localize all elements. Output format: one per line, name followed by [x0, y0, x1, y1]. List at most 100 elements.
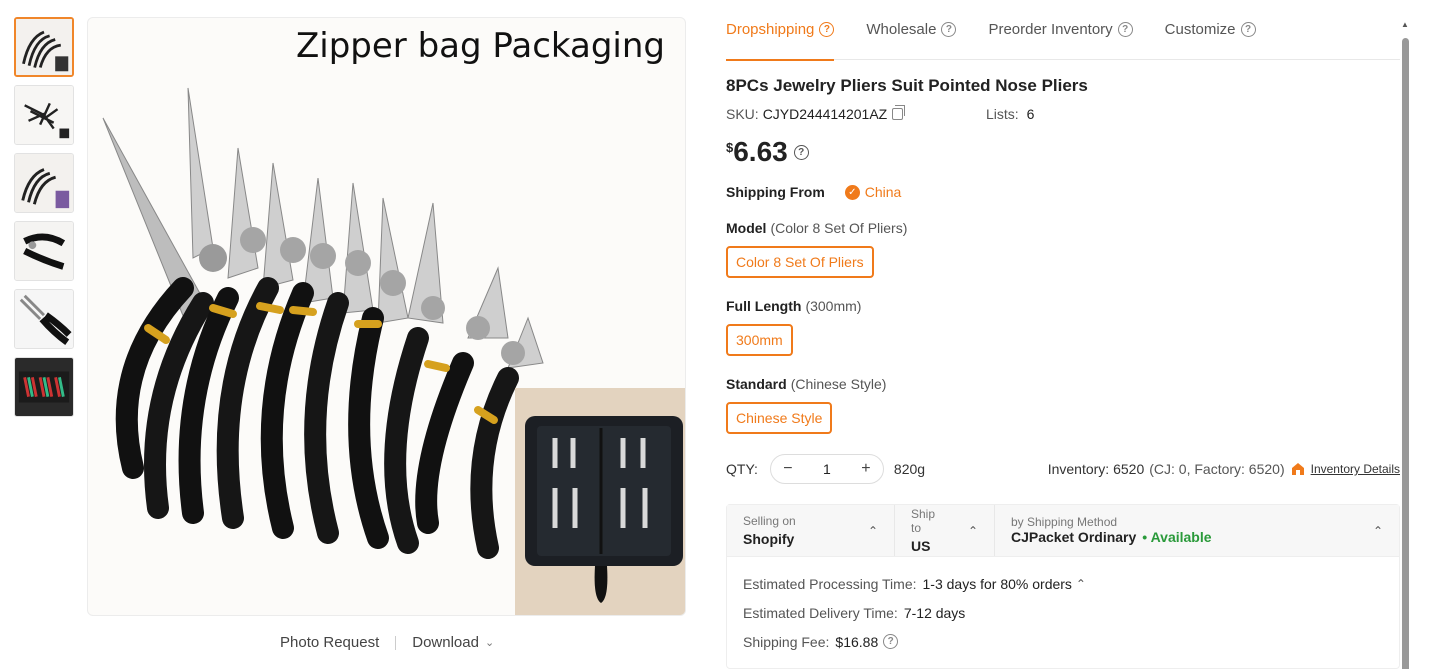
tab-label: Customize	[1164, 21, 1236, 38]
processing-time-row: Estimated Processing Time: 1-3 days for …	[743, 569, 1383, 598]
delivery-time-label: Estimated Delivery Time:	[743, 604, 898, 621]
help-icon[interactable]: ?	[1117, 22, 1133, 37]
chevron-up-icon: ⌃	[867, 523, 878, 538]
lists-label: Lists:	[986, 106, 1019, 122]
page-scrollbar[interactable]: ▲	[1400, 20, 1410, 669]
quantity-row: QTY: − 1 + 820g Inventory: 6520 (CJ: 0, …	[726, 454, 1400, 484]
chevron-down-icon[interactable]: ⌄	[485, 636, 494, 649]
lists-value: 6	[1026, 106, 1035, 122]
check-icon: ✓	[844, 184, 860, 200]
image-caption: Zipper bag Packaging	[295, 26, 665, 66]
shipping-from-row: Shipping From ✓ China	[726, 184, 1400, 200]
option-name: Standard	[726, 376, 787, 392]
shipping-fee-row: Shipping Fee: $16.88 ?	[743, 627, 1383, 656]
shipping-panel: Selling on Shopify ⌃ Ship to US ⌃ by Shi…	[726, 504, 1400, 669]
option-selected: (Color 8 Set Of Pliers)	[770, 220, 908, 236]
help-icon[interactable]: ?	[793, 145, 809, 160]
price: $ 6.63 ?	[726, 136, 1400, 168]
zipper-bag-image	[515, 388, 685, 615]
option-standard-label: Standard (Chinese Style)	[726, 376, 1400, 392]
selling-on-label: Selling on	[743, 514, 796, 528]
product-title: 8PCs Jewelry Pliers Suit Pointed Nose Pl…	[726, 76, 1088, 95]
main-product-image: Zipper bag Packaging	[87, 17, 686, 616]
chevron-up-icon: ⌃	[1372, 523, 1383, 538]
shipping-selectors: Selling on Shopify ⌃ Ship to US ⌃ by Shi…	[727, 505, 1399, 557]
shipping-from-value: China	[864, 184, 902, 200]
sku-label: SKU:	[726, 106, 759, 122]
thumbnail-6[interactable]	[14, 357, 74, 417]
ship-to-select[interactable]: Ship to US ⌃	[895, 505, 995, 556]
ship-to-value: US	[911, 538, 931, 554]
selling-on-select[interactable]: Selling on Shopify ⌃	[727, 505, 895, 556]
inventory-info: Inventory: 6520 (CJ: 0, Factory: 6520) I…	[1048, 461, 1400, 477]
thumbnail-3[interactable]	[14, 153, 74, 213]
help-icon[interactable]: ?	[941, 22, 957, 37]
zipper-bag-photo	[515, 388, 685, 615]
thumbnail-1[interactable]	[14, 17, 74, 77]
warehouse-icon	[1291, 463, 1304, 475]
tab-dropshipping[interactable]: Dropshipping ?	[726, 0, 835, 61]
lists-row: Lists: 6	[986, 106, 1034, 122]
shipping-method-select[interactable]: by Shipping Method CJPacket Ordinary • Av…	[995, 505, 1399, 556]
pliers-case-image	[15, 358, 73, 416]
processing-time-value: 1-3 days for 80% orders	[922, 575, 1072, 592]
ship-to-label: Ship to	[911, 507, 936, 535]
image-actions: Photo Request Download ⌄	[280, 634, 494, 651]
tab-customize[interactable]: Customize ?	[1165, 0, 1256, 60]
help-icon[interactable]: ?	[883, 634, 899, 649]
tab-wholesale[interactable]: Wholesale ?	[866, 0, 957, 60]
option-selected: (300mm)	[805, 298, 862, 314]
single-plier-image	[15, 222, 73, 280]
availability-status: • Available	[1142, 528, 1212, 545]
processing-time-label: Estimated Processing Time:	[743, 575, 917, 592]
plier-closeup-image	[15, 290, 73, 348]
shipping-from-label: Shipping From	[726, 184, 825, 200]
thumbnail-2[interactable]	[14, 85, 74, 145]
divider	[395, 635, 397, 650]
thumbnail-4[interactable]	[14, 221, 74, 281]
option-model-button[interactable]: Color 8 Set Of Pliers	[726, 246, 874, 278]
product-details: Dropshipping ? Wholesale ? Preorder Inve…	[726, 0, 1400, 669]
copy-icon[interactable]	[892, 105, 906, 120]
tab-preorder-inventory[interactable]: Preorder Inventory ?	[988, 0, 1133, 60]
option-name: Full Length	[726, 298, 802, 314]
shipping-fee-label: Shipping Fee:	[743, 633, 830, 650]
scrollbar-thumb[interactable]	[1402, 38, 1409, 669]
quantity-input[interactable]: 1	[823, 461, 831, 477]
option-name: Model	[726, 220, 767, 236]
qty-label: QTY:	[726, 461, 758, 477]
tab-label: Dropshipping	[726, 21, 815, 38]
photo-request-link[interactable]: Photo Request	[280, 634, 379, 651]
pliers-fan-image	[16, 19, 72, 75]
chevron-up-icon: ⌃	[967, 523, 978, 538]
decrease-button[interactable]: −	[781, 460, 795, 478]
option-selected: (Chinese Style)	[790, 376, 887, 392]
pliers-fan-image	[15, 154, 73, 212]
product-meta: SKU: CJYD244414201AZ Lists: 6	[726, 105, 1400, 122]
inventory-count: Inventory: 6520	[1047, 461, 1145, 477]
selling-on-value: Shopify	[743, 531, 795, 547]
purchase-tabs: Dropshipping ? Wholesale ? Preorder Inve…	[726, 0, 1400, 61]
scroll-up-arrow-icon[interactable]: ▲	[1400, 20, 1410, 30]
help-icon[interactable]: ?	[819, 22, 835, 37]
option-model-label: Model (Color 8 Set Of Pliers)	[726, 220, 1400, 236]
chevron-up-icon[interactable]: ⌃	[1076, 577, 1086, 591]
option-length-button[interactable]: 300mm	[726, 324, 793, 356]
help-icon[interactable]: ?	[1240, 22, 1256, 37]
shipping-from-option[interactable]: ✓ China	[844, 184, 902, 200]
tab-label: Wholesale	[866, 21, 937, 38]
download-button[interactable]: Download	[412, 634, 479, 651]
option-standard-button[interactable]: Chinese Style	[726, 402, 833, 434]
shipping-method-value: CJPacket Ordinary	[1011, 528, 1137, 545]
sku-row: SKU: CJYD244414201AZ	[726, 105, 986, 122]
inventory-details-link[interactable]: Inventory Details	[1311, 462, 1400, 476]
quantity-stepper: − 1 +	[769, 454, 884, 484]
delivery-time-value: 7-12 days	[903, 604, 966, 621]
thumbnail-5[interactable]	[14, 289, 74, 349]
option-length-label: Full Length (300mm)	[726, 298, 1400, 314]
inventory-breakdown: (CJ: 0, Factory: 6520)	[1149, 461, 1285, 477]
shipping-fee-value: $16.88	[835, 633, 879, 650]
thumbnail-list	[14, 17, 74, 425]
currency-symbol: $	[726, 140, 734, 155]
increase-button[interactable]: +	[859, 460, 873, 478]
